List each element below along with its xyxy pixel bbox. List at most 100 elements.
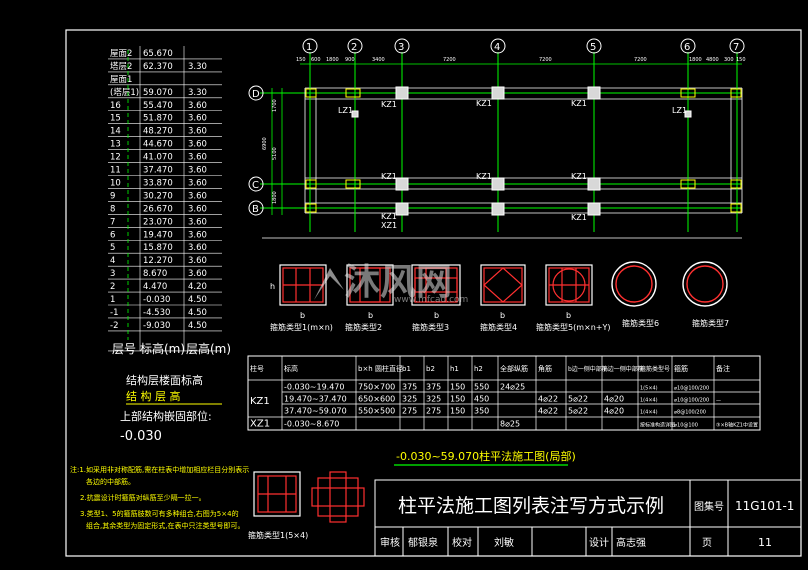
page-number: 11 [758,536,772,549]
check-label: 校对 [452,536,472,549]
page-label: 页 [702,537,712,549]
section-dim-b: b [434,311,439,320]
dim-top-11: 150 [736,57,746,63]
floor-table-cell: 3.60 [188,114,207,124]
schedule-cell: 按标准构造详图 [640,422,675,429]
watermark-logo-icon [314,268,344,300]
schedule-cell: 1(4×4) [640,398,658,404]
floor-table-cell: 3.60 [188,217,207,227]
schedule-header-cell: b边一侧中部筋 [568,365,608,373]
note-section-label: 箍筋类型1(5×4) [248,530,308,540]
floor-table-cell: 3.60 [188,191,207,201]
note-line: 2.抗震设计时箍筋对纵筋至少隔一拉一。 [80,493,206,502]
floor-table-cell: 12.270 [143,256,173,266]
section-type-4 [480,264,526,306]
floor-table-cell: 44.670 [143,140,173,150]
schedule-cell: ⌀10@100 [674,423,698,429]
schedule-cell: 550 [474,383,489,392]
section-details: 箍筋类型1(m×n) 箍筋类型2 箍筋类型3 箍筋类型4 箍筋类型5(m×n+Y… [270,261,729,332]
left-dimensions: 1700 6900 5100 1800 [262,99,278,204]
floor-table-cell: 3.60 [188,101,207,111]
floor-table-cell: 55.470 [143,101,173,111]
floor-table-cell: 3.60 [188,269,207,279]
column-label: XZ1 [381,221,397,230]
section-label-2: 箍筋类型2 [345,322,382,332]
schedule-header-cell: 标高 [284,364,298,373]
section-label-3: 箍筋类型3 [412,322,449,332]
floor-table-cell: (塔层1) [110,87,139,98]
dim-top-7: 7200 [634,57,647,63]
floor-table-cell: 3.30 [188,88,207,98]
floor-table-cell: 4.20 [188,282,207,292]
diamond-stirrup [483,267,523,303]
column [587,202,601,216]
spiral-stirrup [686,265,724,303]
floor-table-cell: 1 [110,295,115,305]
schedule-cell: 375 [426,383,441,392]
schedule-header-cell: 备注 [716,364,730,373]
section-type-7 [682,261,728,307]
review-name: 郁银泉 [408,536,438,549]
column-label: KZ1 [476,172,492,181]
schedule-cell: 8⌀25 [500,420,520,429]
dim-top-5: 7200 [443,57,456,63]
schedule-cell: 325 [402,395,417,404]
floor-table-cell: 3.60 [188,256,207,266]
floor-table-cell: 5 [110,243,115,253]
check-name: 刘敏 [494,536,514,549]
column-label: KZ1 [476,99,492,108]
column-label: KZ1 [571,172,587,181]
dim-top-4: 3400 [372,57,385,63]
axis-label-2: 2 [351,42,357,53]
schedule-cell: 1(5×4) [640,386,658,392]
axis-bubbles-left: D C B [248,85,264,216]
section-label-6: 箍筋类型6 [622,318,659,328]
schedule-cell: ③×B轴KZ1中设置 [716,422,758,429]
floor-table-header-elev: 标高(m) [140,341,185,356]
drawing-canvas: 屋面2 65.670 塔层2 62.370 3.30 屋面1 (塔层1) 59.070 3.30… [65,29,802,557]
floor-table-cell: -9.030 [143,321,170,331]
floor-table-cell: -1 [110,308,118,318]
floor-table-cell: 3 [110,269,115,279]
floor-table-cell: 62.370 [143,62,173,72]
design-name: 高志强 [616,536,646,549]
schedule-header-cell: h1 [450,365,459,373]
floor-table-cell: 3.60 [188,166,207,176]
floor-table-cell: 3.60 [188,178,207,188]
dim-top-9: 4800 [706,57,719,63]
schedule-cell: 750×700 [358,383,395,392]
floor-table-cell: 15.870 [143,243,173,253]
embed-value: -0.030 [120,429,162,444]
section-dim-h: h [270,282,275,291]
title-block-frame [374,479,802,557]
floor-elevation-table: 屋面2 65.670 塔层2 62.370 3.30 屋面1 (塔层1) 59.070 3.30… [108,46,222,352]
floor-table-cell: -0.030 [143,295,170,305]
schedule-cell: 450 [474,395,489,404]
section-type-6 [611,261,657,307]
note-line: 注:1.如采用非对称配筋,需在柱表中增加相应栏目分别表示 [70,465,249,474]
floor-table-cell: 59.070 [143,88,173,98]
floor-table-cell: 7 [110,217,115,227]
note-line: 各边的中部筋。 [86,477,135,486]
schedule-cell: 1(4×4) [640,410,658,416]
floor-table-cell: 37.470 [143,166,173,176]
floor-table-cell: 4.50 [188,321,207,331]
dim-left-2: 5100 [272,147,278,160]
schedule-header-cell: 角筋 [538,364,552,373]
column-label: KZ1 [571,213,587,222]
section-dim-b: b [300,311,305,320]
section-outline [611,261,657,307]
schedule-cell: 350 [474,407,489,416]
embed-label: 上部结构嵌固部位: [120,409,212,423]
schedule-cell: 5⌀22 [568,395,588,404]
floor-table-header-no: 层号 [112,342,136,356]
schedule-header-cell: h2 [474,365,483,373]
section-label-1: 箍筋类型1(m×n) [270,322,333,332]
schedule-cell: 150 [450,395,465,404]
schedule-cell: 325 [426,395,441,404]
schedule-cell: 650×600 [358,395,395,404]
column [491,177,505,191]
dim-top-8: 1800 [689,57,702,63]
schedule-cell: 4⌀20 [604,395,624,404]
schedule-header-cell: b1 [402,365,411,373]
